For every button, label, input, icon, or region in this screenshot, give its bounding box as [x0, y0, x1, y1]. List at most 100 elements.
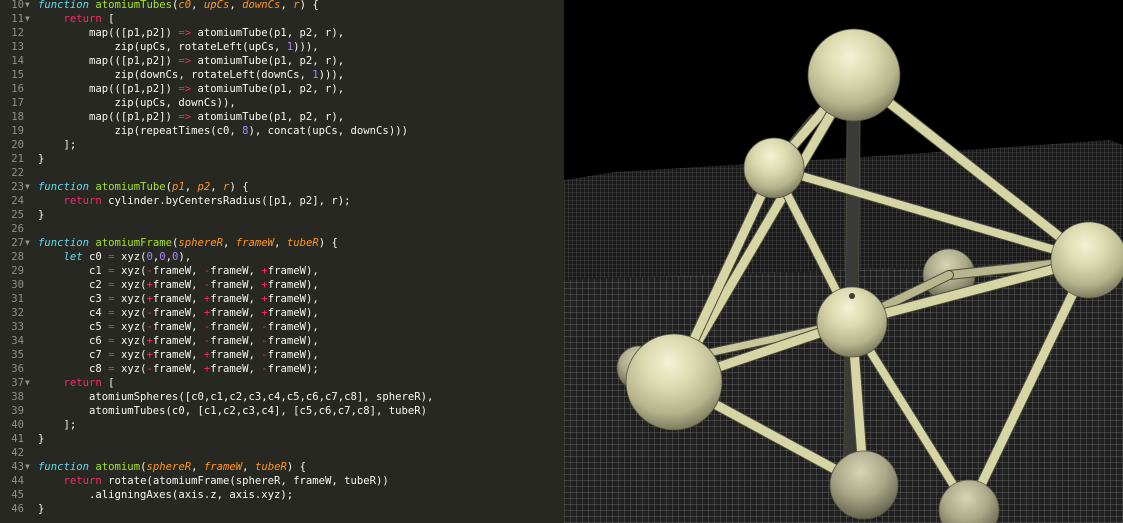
line-number: 28 — [11, 251, 24, 263]
code-token: [ — [101, 13, 115, 25]
code-text: map(([p1,p2]) => atomiumTube(p1, p2, r), — [38, 110, 344, 124]
code-line-39[interactable]: 39 atomiumTubes(c0, [c1,c2,c3,c4], [c5,c… — [0, 404, 564, 418]
code-line-45[interactable]: 45 .aligningAxes(axis.z, axis.xyz); — [0, 488, 564, 502]
line-number: 44 — [11, 475, 24, 487]
code-token: => — [178, 55, 192, 67]
code-token: .aligningAxes(axis.z, axis.xyz); — [38, 489, 294, 501]
code-line-23[interactable]: 23 ▼ function atomiumTube(p1, p2, r) { — [0, 180, 564, 194]
code-line-11[interactable]: 11 ▼ return [ — [0, 12, 564, 26]
line-number: 29 — [11, 265, 24, 277]
code-token: => — [178, 83, 192, 95]
code-line-26[interactable]: 26 — [0, 222, 564, 236]
line-number: 30 — [11, 279, 24, 291]
code-token: function — [38, 461, 90, 473]
code-line-46[interactable]: 46} — [0, 502, 564, 516]
code-token: xyz( — [114, 349, 147, 361]
code-line-10[interactable]: 10 ▼ function atomiumTubes(c0, upCs, downC… — [0, 0, 564, 12]
code-token: function — [38, 0, 90, 11]
code-line-40[interactable]: 40 ]; — [0, 418, 564, 432]
code-line-27[interactable]: 27 ▼ function atomiumFrame(sphereR, frameW… — [0, 236, 564, 250]
code-token: frameW), — [267, 321, 319, 333]
code-line-31[interactable]: 31 c3 = xyz(+frameW, +frameW, +frameW), — [0, 292, 564, 306]
code-line-16[interactable]: 16 map(([p1,p2]) => atomiumTube(p1, p2, … — [0, 82, 564, 96]
code-text: c7 = xyz(+frameW, +frameW, -frameW), — [38, 348, 319, 362]
code-line-24[interactable]: 24 return cylinder.byCentersRadius([p1, … — [0, 194, 564, 208]
fold-arrow-icon[interactable]: ▼ — [25, 236, 33, 250]
code-line-33[interactable]: 33 c5 = xyz(-frameW, -frameW, -frameW), — [0, 320, 564, 334]
code-token: ) { — [299, 0, 319, 11]
code-token: sphereR — [146, 461, 192, 473]
3d-viewport[interactable] — [564, 0, 1123, 523]
line-number: 37 — [11, 377, 24, 389]
code-line-32[interactable]: 32 c4 = xyz(-frameW, +frameW, +frameW), — [0, 306, 564, 320]
code-line-17[interactable]: 17 zip(upCs, downCs)), — [0, 96, 564, 110]
code-token: frameW, — [152, 293, 204, 305]
code-line-30[interactable]: 30 c2 = xyz(+frameW, -frameW, +frameW), — [0, 278, 564, 292]
code-text: map(([p1,p2]) => atomiumTube(p1, p2, r), — [38, 82, 344, 96]
code-line-35[interactable]: 35 c7 = xyz(+frameW, +frameW, -frameW), — [0, 348, 564, 362]
code-line-44[interactable]: 44 return rotate(atomiumFrame(sphereR, f… — [0, 474, 564, 488]
code-line-43[interactable]: 43 ▼ function atomium(sphereR, frameW, tub… — [0, 460, 564, 474]
code-token: frameW — [203, 461, 243, 473]
code-token: frameW); — [267, 363, 319, 375]
line-number: 20 — [11, 139, 24, 151]
code-token: upCs — [203, 0, 230, 11]
code-line-15[interactable]: 15 zip(downCs, rotateLeft(downCs, 1))), — [0, 68, 564, 82]
code-token: frameW, — [152, 265, 204, 277]
code-token: , — [312, 41, 319, 53]
code-line-19[interactable]: 19 zip(repeatTimes(c0, 8), concat(upCs, … — [0, 124, 564, 138]
code-line-34[interactable]: 34 c6 = xyz(+frameW, -frameW, -frameW), — [0, 334, 564, 348]
fold-arrow-icon[interactable]: ▼ — [25, 460, 33, 474]
fold-arrow-icon[interactable]: ▼ — [25, 0, 33, 12]
code-text: function atomiumTubes(c0, upCs, downCs, … — [38, 0, 319, 12]
line-number: 38 — [11, 391, 24, 403]
fold-arrow-icon[interactable]: ▼ — [25, 12, 33, 26]
code-line-18[interactable]: 18 map(([p1,p2]) => atomiumTube(p1, p2, … — [0, 110, 564, 124]
code-token: , — [274, 237, 287, 249]
code-text: c8 = xyz(-frameW, +frameW, -frameW); — [38, 362, 319, 376]
code-token: , — [229, 0, 243, 11]
code-token: } — [38, 433, 45, 445]
code-text: return rotate(atomiumFrame(sphereR, fram… — [38, 474, 389, 488]
code-token: frameW, — [210, 293, 262, 305]
fold-arrow-icon[interactable]: ▼ — [25, 180, 33, 194]
code-line-22[interactable]: 22 — [0, 166, 564, 180]
code-token: frameW, — [152, 307, 204, 319]
code-line-25[interactable]: 25} — [0, 208, 564, 222]
code-token: , — [223, 237, 236, 249]
code-token: atomiumTube(p1, p2, r), — [191, 83, 345, 95]
code-token: c1 — [38, 265, 109, 277]
code-text: return cylinder.byCentersRadius([p1, p2]… — [38, 194, 351, 208]
code-line-36[interactable]: 36 c8 = xyz(-frameW, +frameW, -frameW); — [0, 362, 564, 376]
code-line-13[interactable]: 13 zip(upCs, rotateLeft(upCs, 1))), — [0, 40, 564, 54]
code-token: } — [38, 153, 45, 165]
code-token: frameW, — [152, 363, 204, 375]
code-editor[interactable]: 10 ▼ function atomiumTubes(c0, upCs, downC… — [0, 0, 564, 523]
code-token: zip(upCs, rotateLeft(upCs, — [38, 41, 287, 53]
code-line-37[interactable]: 37 ▼ return [ — [0, 376, 564, 390]
code-token: c4 — [38, 307, 109, 319]
code-token: , — [191, 0, 204, 11]
code-token: , — [280, 0, 294, 11]
code-text: c6 = xyz(+frameW, -frameW, -frameW), — [38, 334, 319, 348]
code-line-20[interactable]: 20 ]; — [0, 138, 564, 152]
fold-arrow-icon[interactable]: ▼ — [25, 376, 33, 390]
code-token: return — [63, 377, 102, 389]
code-text: ]; — [38, 418, 77, 432]
code-line-41[interactable]: 41} — [0, 432, 564, 446]
code-token: frameW, — [152, 321, 204, 333]
code-line-29[interactable]: 29 c1 = xyz(-frameW, -frameW, +frameW), — [0, 264, 564, 278]
code-token: c5 — [38, 321, 109, 333]
code-line-42[interactable]: 42 — [0, 446, 564, 460]
code-token: ))) — [318, 69, 338, 81]
code-line-12[interactable]: 12 map(([p1,p2]) => atomiumTube(p1, p2, … — [0, 26, 564, 40]
code-text: return [ — [38, 376, 115, 390]
code-line-14[interactable]: 14 map(([p1,p2]) => atomiumTube(p1, p2, … — [0, 54, 564, 68]
code-line-38[interactable]: 38 atomiumSpheres([c0,c1,c2,c3,c4,c5,c6,… — [0, 390, 564, 404]
code-token: , — [210, 181, 224, 193]
code-line-21[interactable]: 21} — [0, 152, 564, 166]
code-text: function atomium(sphereR, frameW, tubeR)… — [38, 460, 306, 474]
code-token: frameW), — [267, 265, 319, 277]
code-line-28[interactable]: 28 let c0 = xyz(0,0,0), — [0, 250, 564, 264]
